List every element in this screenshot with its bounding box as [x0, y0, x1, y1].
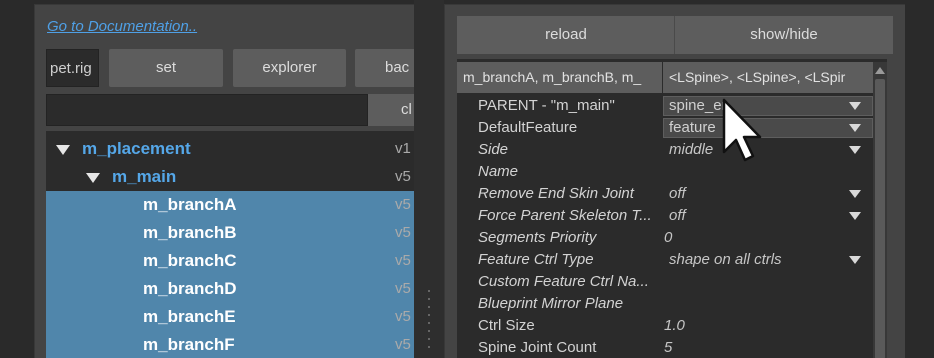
- attribute-value[interactable]: off: [669, 205, 686, 227]
- attribute-label: DefaultFeature: [478, 119, 578, 136]
- tree-expand-icon[interactable]: [86, 173, 100, 183]
- tree-item-label: m_main: [112, 167, 177, 186]
- tree-item-label: m_branchB: [143, 223, 237, 242]
- filter-input[interactable]: [46, 94, 368, 126]
- attribute-row-force-parent-skeleton[interactable]: Force Parent Skeleton T... off: [457, 205, 873, 227]
- explorer-button[interactable]: explorer: [233, 49, 346, 87]
- splitter-grip-dot: [428, 322, 430, 324]
- attribute-label: Custom Feature Ctrl Na...: [478, 273, 649, 290]
- attribute-value[interactable]: middle: [669, 139, 713, 161]
- tree-item-label: m_branchF: [143, 335, 235, 354]
- show-hide-button[interactable]: show/hide: [675, 16, 893, 54]
- attribute-value[interactable]: 0: [664, 227, 672, 249]
- attribute-editor: m_branchA, m_branchB, m_ <LSpine>, <LSpi…: [457, 59, 887, 358]
- selected-components-header: m_branchA, m_branchB, m_: [457, 62, 662, 93]
- tree-row[interactable]: m_branchC v5: [46, 247, 414, 275]
- tree-item-label: m_branchD: [143, 279, 237, 298]
- attribute-label: Ctrl Size: [478, 317, 535, 334]
- attribute-label: Name: [478, 163, 519, 180]
- tree-item-version: v1: [395, 140, 411, 157]
- attribute-label: Remove End Skin Joint: [478, 185, 634, 202]
- tree-item-version: v5: [395, 252, 411, 269]
- tree-row[interactable]: m_branchB v5: [46, 219, 414, 247]
- scroll-up-icon[interactable]: [875, 67, 885, 74]
- attribute-row-name[interactable]: Name: [457, 161, 873, 183]
- attribute-row-custom-feature-ctrl-name[interactable]: Custom Feature Ctrl Na...: [457, 271, 873, 293]
- tree-row[interactable]: m_branchA v5: [46, 191, 414, 219]
- attribute-scrollbar[interactable]: [873, 62, 887, 358]
- rig-name-field[interactable]: pet.rig: [46, 49, 99, 87]
- documentation-link[interactable]: Go to Documentation..: [47, 18, 197, 35]
- tree-row[interactable]: m_main v5: [46, 163, 414, 191]
- dropdown-arrow-icon[interactable]: [849, 102, 861, 110]
- attribute-label: Segments Priority: [478, 229, 597, 246]
- dropdown-arrow-icon[interactable]: [849, 146, 861, 154]
- splitter-grip-dot: [428, 298, 430, 300]
- tree-item-version: v5: [395, 308, 411, 325]
- attribute-row-blueprint-mirror-plane[interactable]: Blueprint Mirror Plane: [457, 293, 873, 315]
- tree-item-version: v5: [395, 280, 411, 297]
- attribute-label: Feature Ctrl Type: [478, 251, 594, 268]
- tree-row[interactable]: m_placement v1: [46, 135, 414, 163]
- attribute-row-feature-ctrl-type[interactable]: Feature Ctrl Type shape on all ctrls: [457, 249, 873, 271]
- attribute-value[interactable]: 5: [664, 337, 672, 358]
- tree-item-version: v5: [395, 224, 411, 241]
- tree-item-label: m_branchA: [143, 195, 237, 214]
- attribute-row-default-feature[interactable]: DefaultFeature feature: [457, 117, 873, 139]
- splitter-grip-dot: [428, 330, 430, 332]
- attribute-row-parent[interactable]: PARENT - "m_main" spine_end: [457, 95, 873, 117]
- tree-row[interactable]: m_branchF v5: [46, 331, 414, 358]
- attribute-row-segments-priority[interactable]: Segments Priority 0: [457, 227, 873, 249]
- tree-item-label: m_branchC: [143, 251, 237, 270]
- tree-row[interactable]: m_branchD v5: [46, 275, 414, 303]
- attribute-row-side[interactable]: Side middle: [457, 139, 873, 161]
- tree-item-version: v5: [395, 196, 411, 213]
- splitter-grip-dot: [428, 338, 430, 340]
- dropdown-arrow-icon[interactable]: [849, 256, 861, 264]
- back-button[interactable]: bac: [355, 49, 414, 87]
- left-panel: Go to Documentation.. pet.rig set explor…: [34, 4, 414, 358]
- splitter-grip-dot: [428, 290, 430, 292]
- attribute-value[interactable]: shape on all ctrls: [669, 249, 782, 271]
- dropdown-arrow-icon[interactable]: [849, 124, 861, 132]
- dropdown-arrow-icon[interactable]: [849, 212, 861, 220]
- tree-item-label: m_placement: [82, 139, 191, 158]
- attribute-label: Side: [478, 141, 509, 158]
- window-edge: [905, 0, 934, 358]
- panel-splitter[interactable]: [414, 0, 444, 358]
- attribute-label: Force Parent Skeleton T...: [478, 207, 652, 224]
- tree-item-version: v5: [395, 168, 411, 185]
- selected-spines-header: <LSpine>, <LSpine>, <LSpir: [663, 62, 873, 93]
- scrollbar-thumb[interactable]: [875, 79, 885, 358]
- set-button[interactable]: set: [109, 49, 223, 87]
- attribute-row-ctrl-size[interactable]: Ctrl Size 1.0: [457, 315, 873, 337]
- splitter-grip-dot: [428, 346, 430, 348]
- clear-button[interactable]: cl: [368, 94, 414, 126]
- splitter-grip-dot: [428, 306, 430, 308]
- splitter-grip-dot: [428, 314, 430, 316]
- attribute-label: PARENT - "m_main": [478, 97, 615, 114]
- tree-expand-icon[interactable]: [56, 145, 70, 155]
- app-window: Go to Documentation.. pet.rig set explor…: [0, 0, 934, 358]
- attribute-label: Blueprint Mirror Plane: [478, 295, 624, 312]
- attribute-label: Spine Joint Count: [478, 339, 597, 356]
- mouse-pointer-icon: [722, 98, 762, 162]
- attribute-row-spine-joint-count[interactable]: Spine Joint Count 5: [457, 337, 873, 358]
- reload-button[interactable]: reload: [457, 16, 675, 54]
- right-panel: reload show/hide m_branchA, m_branchB, m…: [444, 4, 905, 358]
- component-tree[interactable]: m_placement v1 m_main v5 m_branchA v5 m_…: [46, 131, 414, 358]
- attribute-value[interactable]: 1.0: [664, 315, 685, 337]
- tree-item-version: v5: [395, 336, 411, 353]
- attribute-row-remove-end-skin-joint[interactable]: Remove End Skin Joint off: [457, 183, 873, 205]
- tree-item-label: m_branchE: [143, 307, 236, 326]
- dropdown-arrow-icon[interactable]: [849, 190, 861, 198]
- tree-row[interactable]: m_branchE v5: [46, 303, 414, 331]
- attribute-value[interactable]: off: [669, 183, 686, 205]
